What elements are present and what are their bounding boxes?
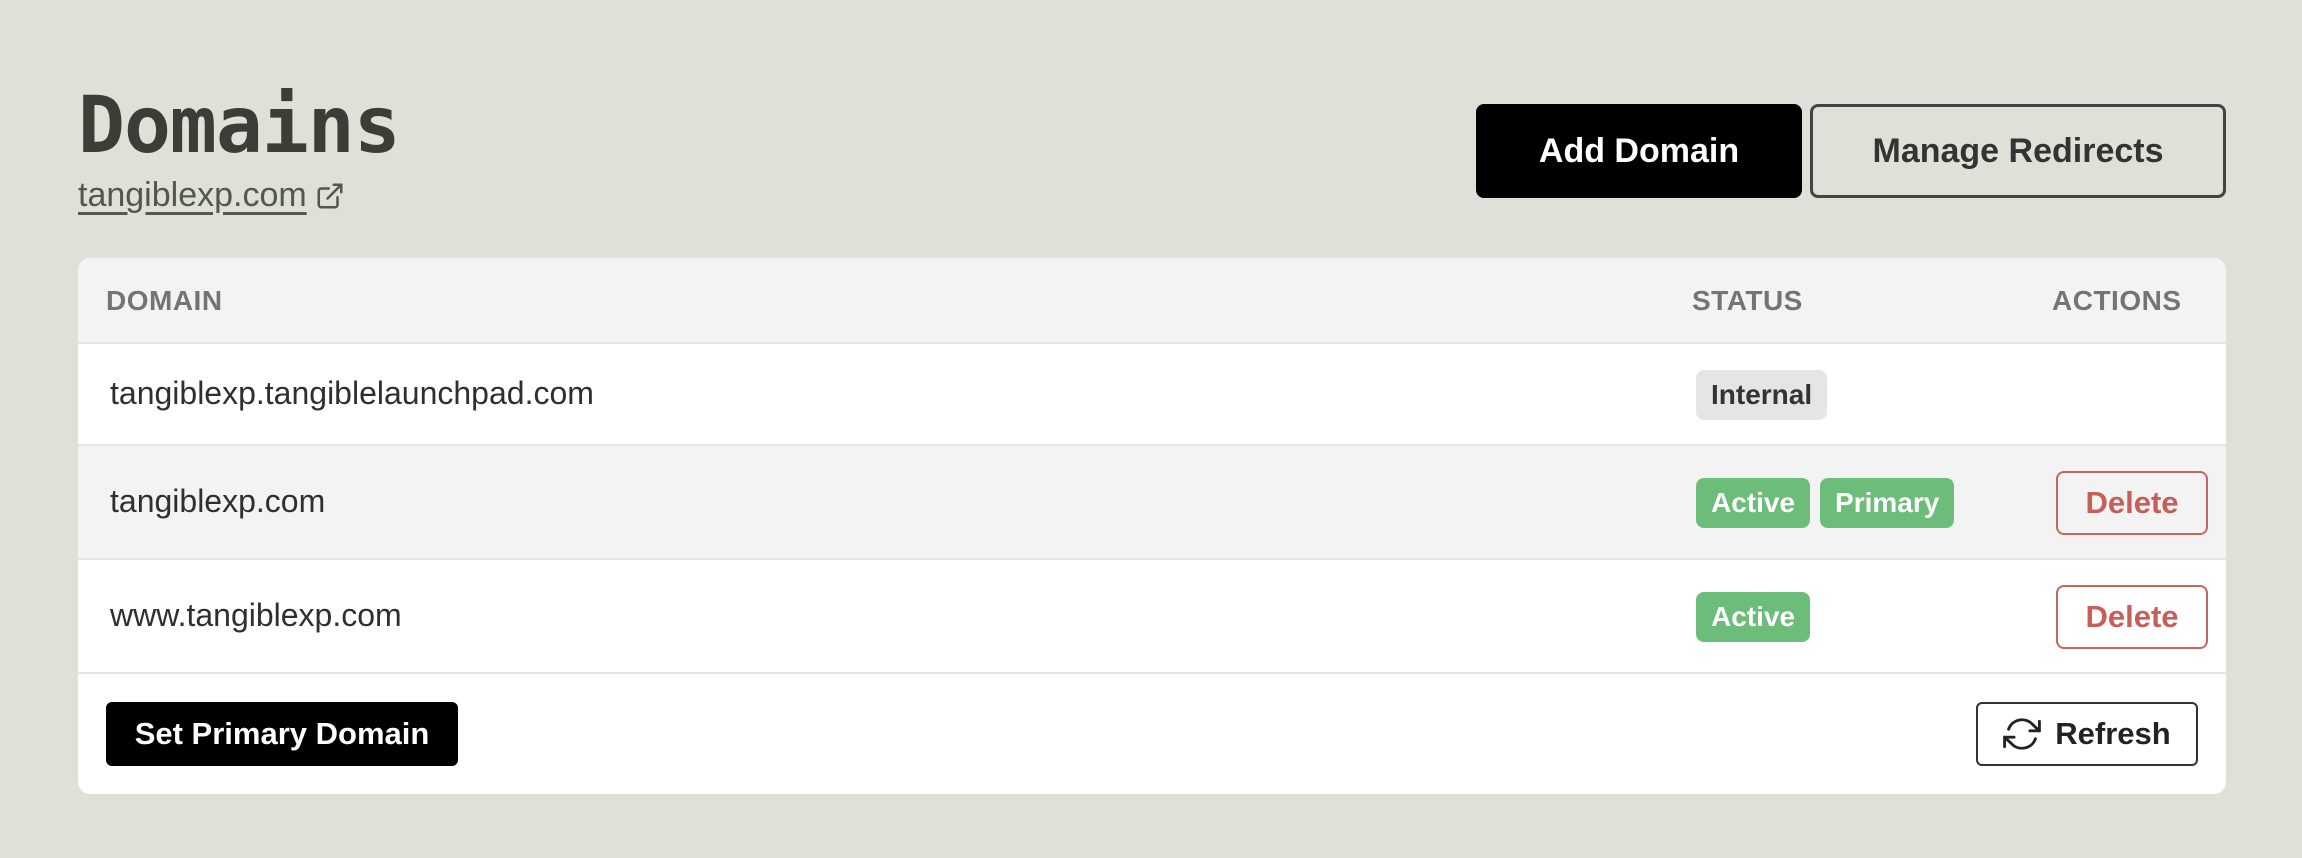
domains-page: Domains tangiblexp.com Add Domain Manage… [78,0,2226,794]
delete-button[interactable]: Delete [2056,585,2208,649]
delete-button[interactable]: Delete [2056,471,2208,535]
site-link[interactable]: tangiblexp.com [78,176,345,215]
status-badge-primary: Primary [1820,478,1955,528]
site-link-label: tangiblexp.com [78,176,307,214]
status-badge-active: Active [1696,478,1811,528]
table-footer: Set Primary Domain Refresh [78,674,2226,786]
table-row: tangiblexp.com Active Primary Delete [78,446,2226,560]
page-header: Domains tangiblexp.com Add Domain Manage… [78,0,2226,258]
refresh-button[interactable]: Refresh [1976,702,2198,766]
table-row: www.tangiblexp.com Active Delete [78,560,2226,674]
domains-table: DOMAIN STATUS ACTIONS tangiblexp.tangibl… [78,258,2226,794]
column-header-domain: DOMAIN [106,285,223,316]
status-badges: Internal [1696,370,1828,420]
table-row: tangiblexp.tangiblelaunchpad.com Interna… [78,344,2226,446]
domain-name: tangiblexp.tangiblelaunchpad.com [110,375,594,411]
manage-redirects-button[interactable]: Manage Redirects [1810,104,2226,198]
status-badge-active: Active [1696,592,1811,642]
table-header: DOMAIN STATUS ACTIONS [78,258,2226,344]
status-badges: Active Primary [1696,478,1955,528]
status-badges: Active [1696,592,1811,642]
header-actions: Add Domain Manage Redirects [1476,104,2226,198]
page-title: Domains [78,81,401,171]
column-header-status: STATUS [1692,285,1803,316]
external-link-icon [315,181,345,211]
column-header-actions: ACTIONS [2052,285,2182,316]
domain-name: www.tangiblexp.com [110,597,402,633]
domain-name: tangiblexp.com [110,483,326,519]
status-badge-internal: Internal [1696,370,1828,420]
refresh-label: Refresh [2055,716,2171,751]
refresh-icon [2003,715,2042,753]
add-domain-button[interactable]: Add Domain [1476,104,1802,198]
set-primary-domain-button[interactable]: Set Primary Domain [106,702,458,766]
